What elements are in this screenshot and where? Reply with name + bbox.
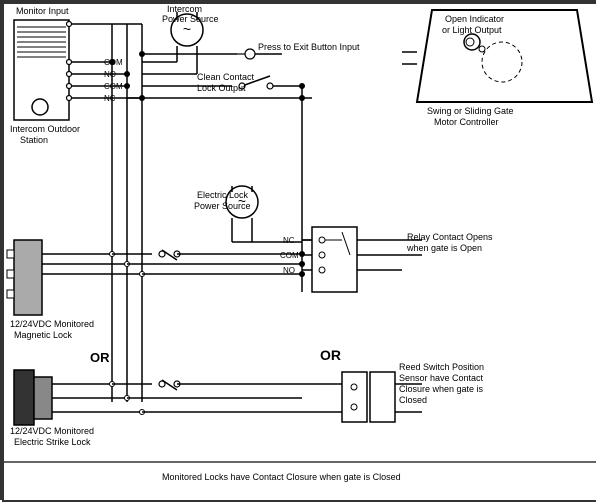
svg-text:Closed: Closed xyxy=(399,395,427,405)
svg-text:Power Source: Power Source xyxy=(162,14,219,24)
swing-gate-label: Swing or Sliding Gate xyxy=(427,106,514,116)
nc-label-1: NC xyxy=(104,94,116,103)
no-label-1: NO xyxy=(104,70,116,79)
svg-text:Motor Controller: Motor Controller xyxy=(434,117,499,127)
svg-text:when gate is Open: when gate is Open xyxy=(406,243,482,253)
clean-contact-label: Clean Contact xyxy=(197,72,255,82)
magnetic-lock-label: 12/24VDC Monitored xyxy=(10,319,94,329)
press-to-exit-label: Press to Exit Button Input xyxy=(258,42,360,52)
intercom-outdoor-label: Intercom Outdoor xyxy=(10,124,80,134)
svg-text:Station: Station xyxy=(20,135,48,145)
or-label-1: OR xyxy=(90,350,110,365)
svg-text:Lock Output: Lock Output xyxy=(197,83,246,93)
svg-text:or Light Output: or Light Output xyxy=(442,25,502,35)
wiring-diagram: ~ xyxy=(0,0,596,500)
or-label-2: OR xyxy=(320,347,341,363)
electric-lock-power-label: Electric Lock xyxy=(197,190,249,200)
svg-text:Power Source: Power Source xyxy=(194,201,251,211)
relay-contact-label: Relay Contact Opens xyxy=(407,232,493,242)
relay-no-label: NO xyxy=(283,266,295,275)
relay-nc-label: NC xyxy=(283,236,295,245)
svg-text:Electric Strike Lock: Electric Strike Lock xyxy=(14,437,91,447)
monitored-locks-label: Monitored Locks have Contact Closure whe… xyxy=(162,472,401,482)
relay-com-label: COM xyxy=(280,251,299,260)
open-indicator-label: Open Indicator xyxy=(445,14,504,24)
reed-switch-label: Reed Switch Position xyxy=(399,362,484,372)
svg-text:Magnetic Lock: Magnetic Lock xyxy=(14,330,73,340)
intercom-power-label: Intercom xyxy=(167,4,202,14)
svg-text:Closure when gate is: Closure when gate is xyxy=(399,384,484,394)
com-label-1: COM xyxy=(104,58,123,67)
strike-lock-label: 12/24VDC Monitored xyxy=(10,426,94,436)
monitor-input-label: Monitor Input xyxy=(16,6,69,16)
svg-text:Sensor have Contact: Sensor have Contact xyxy=(399,373,484,383)
com-label-2: COM xyxy=(104,82,123,91)
